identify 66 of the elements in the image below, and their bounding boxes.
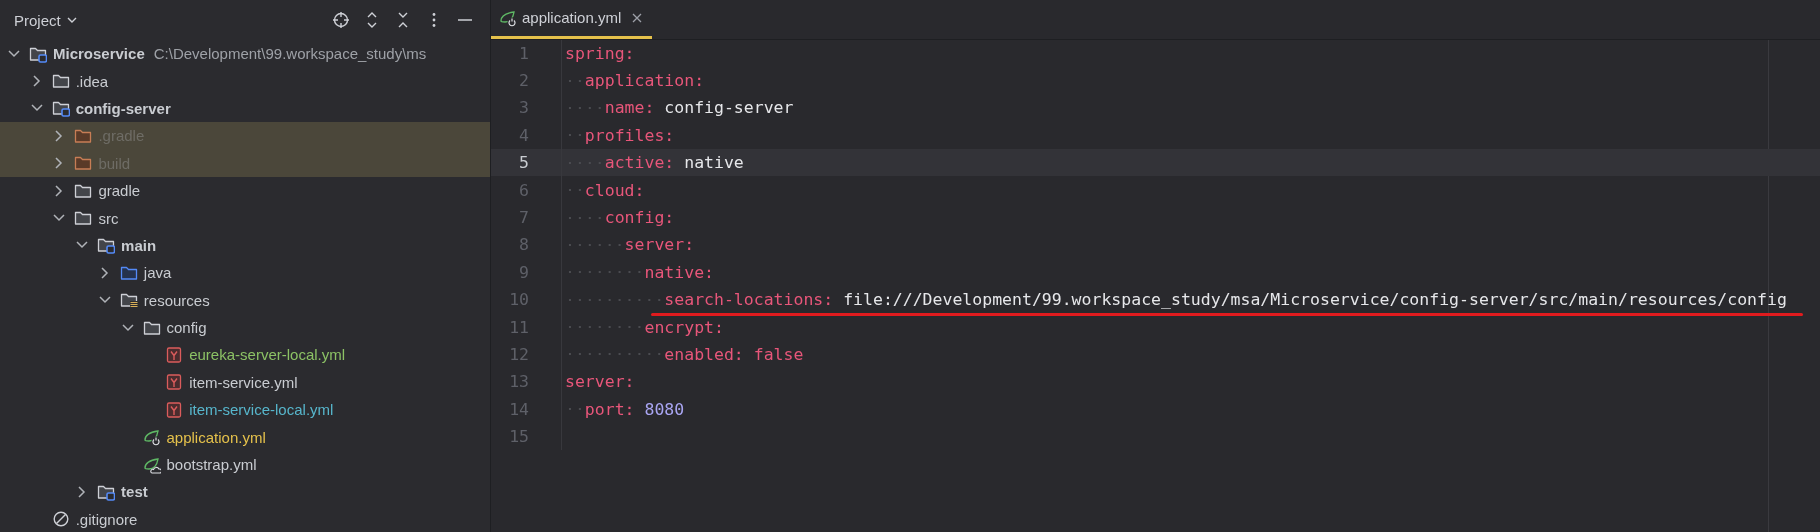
- yaml-key: active:: [604, 153, 675, 173]
- tree-item[interactable]: bootstrap.yml: [0, 450, 490, 479]
- yaml-value: 8080: [644, 399, 685, 419]
- tree-item[interactable]: .gitignore: [0, 505, 490, 532]
- tree-item[interactable]: eureka-server-local.yml: [0, 341, 490, 369]
- crosshair-icon[interactable]: [332, 11, 350, 29]
- yaml-key: enabled:: [664, 345, 744, 364]
- yaml-key: application:: [584, 71, 705, 91]
- tree-item[interactable]: src: [0, 204, 490, 232]
- yaml-value: file:///Development/99.workspace_study/msa/Microservice/config-server/src/main/resources/config: [843, 290, 1787, 310]
- resources-folder-icon: [119, 291, 138, 310]
- tree-item[interactable]: item-service-local.yml: [0, 396, 490, 424]
- tree-item[interactable]: config-server: [0, 94, 490, 123]
- tree-item[interactable]: test: [0, 478, 490, 506]
- tree-item[interactable]: resources: [0, 286, 490, 314]
- yaml-key: name:: [604, 98, 655, 118]
- project-view-dropdown[interactable]: Project: [6, 9, 86, 31]
- line-number: 15: [508, 427, 529, 447]
- folder-icon: [74, 209, 93, 228]
- line-number: 13: [508, 372, 529, 392]
- line-number: 6: [518, 180, 529, 200]
- leaf-power-icon: [142, 428, 161, 447]
- tree-item[interactable]: main: [0, 231, 490, 260]
- line-number: 3: [518, 98, 529, 118]
- line-number: 4: [518, 125, 529, 145]
- line-number: 1: [518, 43, 529, 63]
- tree-item[interactable]: .idea: [0, 67, 490, 95]
- line-number: 2: [518, 71, 529, 91]
- yaml-key: search-locations:: [664, 290, 834, 310]
- tree-item[interactable]: application.yml: [0, 423, 490, 451]
- line-number: 10: [508, 290, 529, 310]
- line-number: 11: [508, 317, 529, 337]
- module-folder-icon: [97, 236, 116, 255]
- yaml-key: server:: [624, 235, 695, 255]
- yaml-key: spring:: [565, 43, 635, 63]
- leaf-power-icon: [499, 8, 517, 27]
- line-number: 7: [518, 208, 529, 228]
- no-entry-icon: [51, 510, 70, 529]
- line-number: 9: [518, 262, 529, 282]
- yaml-file-icon: [165, 373, 184, 392]
- yaml-key: cloud:: [584, 180, 645, 200]
- tree-item[interactable]: gradle: [0, 176, 490, 205]
- line-number: 5: [518, 153, 529, 173]
- yaml-key: encrypt:: [644, 317, 724, 337]
- tree-item[interactable]: item-service.yml: [0, 368, 490, 397]
- yaml-key: port:: [584, 399, 635, 419]
- yaml-key: config:: [604, 208, 675, 228]
- folder-icon: [51, 72, 70, 91]
- yaml-file-icon: [165, 400, 184, 419]
- module-folder-icon: [51, 99, 70, 118]
- tree-item[interactable]: java: [0, 259, 490, 287]
- line-number: 14: [508, 399, 529, 419]
- line-number: 12: [508, 345, 529, 364]
- yaml-value: config-server: [664, 98, 794, 118]
- line-number: 8: [518, 235, 529, 255]
- folder-icon: [74, 154, 93, 173]
- yaml-value: native: [684, 153, 744, 173]
- file-tab[interactable]: application.yml: [491, 0, 653, 39]
- yaml-key: native:: [644, 262, 714, 282]
- leaf-cloud-icon: [142, 455, 161, 474]
- tree-item[interactable]: config: [0, 313, 490, 342]
- tree-item[interactable]: Microservice C:\Development\99.workspace_study\ms: [0, 40, 490, 68]
- yaml-file-icon: [165, 346, 184, 364]
- yaml-value: false: [753, 345, 804, 364]
- yaml-key: server:: [565, 372, 635, 392]
- yaml-key: profiles:: [584, 125, 675, 145]
